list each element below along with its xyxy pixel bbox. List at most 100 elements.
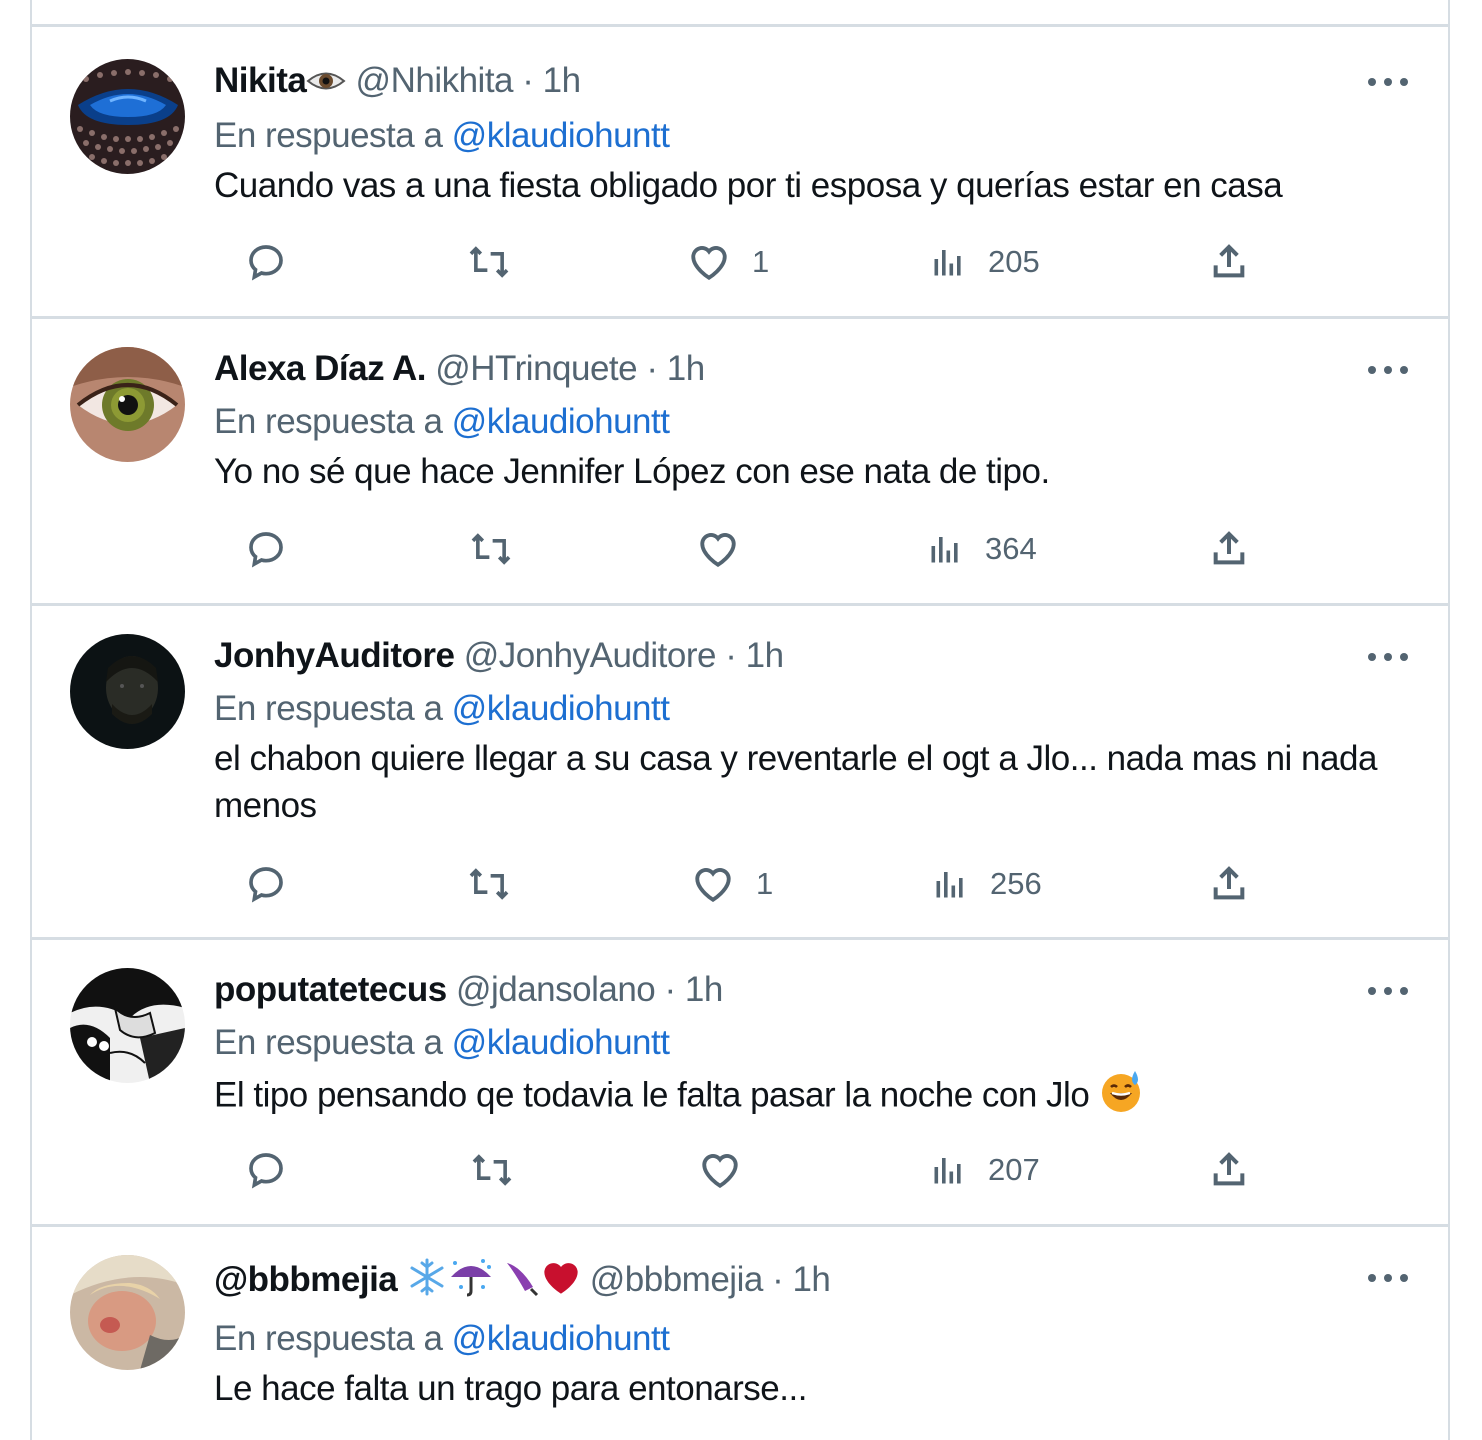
display-name[interactable]: @bbbmejia [214, 1260, 398, 1299]
display-name[interactable]: JonhyAuditore [214, 636, 455, 675]
like-button[interactable]: 1 [692, 862, 773, 906]
tweet-actions: 1 256 [214, 862, 1254, 906]
retweet-button[interactable] [469, 1148, 515, 1192]
reply-icon [246, 529, 286, 569]
reply-to-link[interactable]: @klaudiohuntt [452, 1319, 670, 1358]
more-options-button[interactable] [1368, 77, 1408, 87]
heart-icon [697, 529, 739, 569]
reply-context: En respuesta a @klaudiohuntt [214, 116, 1428, 156]
analytics-icon [930, 244, 966, 280]
tweet[interactable]: JonhyAuditore @JonhyAuditore · 1h En res… [32, 606, 1448, 940]
reply-context: En respuesta a @klaudiohuntt [214, 402, 1428, 442]
reply-prefix: En respuesta a [214, 402, 443, 441]
display-name[interactable]: Nikita [214, 61, 307, 100]
like-button[interactable]: 1 [688, 240, 769, 284]
retweet-icon [469, 1150, 515, 1190]
dot-separator: · [772, 1259, 784, 1299]
views-button[interactable]: 256 [932, 862, 1042, 906]
view-count: 207 [988, 1152, 1040, 1187]
dot-separator: · [522, 61, 534, 100]
reply-button[interactable] [246, 527, 286, 571]
retweet-button[interactable] [468, 527, 514, 571]
tweet-text: Cuando vas a una fiesta obligado por ti … [214, 165, 1283, 205]
user-handle[interactable]: @bbbmejia [590, 1260, 764, 1299]
tweet[interactable]: poputatetecus @jdansolano · 1h En respue… [32, 940, 1448, 1227]
view-count: 256 [990, 866, 1042, 901]
red-heart-icon [541, 1257, 581, 1306]
views-button[interactable]: 364 [927, 527, 1037, 571]
user-handle[interactable]: @HTrinquete [435, 349, 637, 388]
reply-prefix: En respuesta a [214, 689, 443, 728]
grinning-sweat-emoji [1099, 1069, 1143, 1125]
umbrella-rain-icon [447, 1257, 495, 1306]
more-options-button[interactable] [1368, 652, 1408, 662]
analytics-icon [932, 866, 968, 902]
display-name[interactable]: poputatetecus [214, 970, 447, 1009]
like-count: 1 [752, 244, 770, 279]
reply-to-link[interactable]: @klaudiohuntt [452, 1023, 670, 1062]
retweet-icon [466, 864, 512, 904]
retweet-icon [468, 529, 514, 569]
heart-icon [688, 242, 730, 282]
reply-prefix: En respuesta a [214, 115, 443, 155]
tweet[interactable]: @bbbmejia @bbbmejia · 1h En respuesta a … [32, 1227, 1448, 1440]
share-icon [1209, 1150, 1249, 1190]
share-button[interactable] [1209, 862, 1249, 906]
snowflake-icon [407, 1257, 447, 1306]
like-count: 1 [756, 866, 774, 901]
more-options-button[interactable] [1368, 986, 1408, 996]
retweet-button[interactable] [466, 862, 512, 906]
reply-button[interactable] [246, 1148, 286, 1192]
tweet-actions: 1 205 [214, 240, 1254, 284]
timestamp[interactable]: 1h [746, 636, 784, 675]
user-handle[interactable]: @JonhyAuditore [464, 636, 717, 675]
more-options-button[interactable] [1368, 365, 1408, 375]
avatar[interactable] [70, 1255, 185, 1370]
tweet-text-container: El tipo pensando qe todavia le falta pas… [214, 1069, 1428, 1125]
avatar[interactable] [70, 347, 185, 462]
timestamp[interactable]: 1h [667, 349, 705, 388]
tweet-header: Alexa Díaz A. @HTrinquete · 1h [214, 349, 1428, 389]
user-handle[interactable]: @Nhikhita [356, 61, 514, 100]
share-button[interactable] [1209, 240, 1249, 284]
tweet-text: Yo no sé que hace Jennifer López con ese… [214, 452, 1050, 491]
tweet-header: Nikita @Nhikhita · 1h [214, 61, 1428, 103]
share-button[interactable] [1209, 527, 1249, 571]
user-handle[interactable]: @jdansolano [456, 970, 656, 1009]
share-icon [1209, 864, 1249, 904]
reply-context: En respuesta a @klaudiohuntt [214, 689, 1428, 729]
share-button[interactable] [1209, 1148, 1249, 1192]
display-name[interactable]: Alexa Díaz A. [214, 349, 427, 388]
avatar[interactable] [70, 968, 185, 1083]
views-button[interactable]: 207 [930, 1148, 1040, 1192]
share-icon [1209, 529, 1249, 569]
tweet[interactable]: Nikita @Nhikhita · 1h En respuesta a @kl… [32, 27, 1448, 319]
tweet-header: @bbbmejia @bbbmejia · 1h [214, 1257, 1428, 1306]
reply-button[interactable] [246, 862, 286, 906]
timestamp[interactable]: 1h [792, 1260, 830, 1299]
views-button[interactable]: 205 [930, 240, 1040, 284]
reply-to-link[interactable]: @klaudiohuntt [452, 402, 670, 441]
timestamp[interactable]: 1h [685, 970, 723, 1009]
timestamp[interactable]: 1h [543, 61, 581, 100]
tweet-text: El tipo pensando qe todavia le falta pas… [214, 1075, 1090, 1115]
reply-to-link[interactable]: @klaudiohuntt [452, 689, 670, 728]
more-options-button[interactable] [1368, 1273, 1408, 1283]
reply-button[interactable] [246, 240, 286, 284]
heart-icon [699, 1150, 741, 1190]
dot-separator: · [646, 349, 658, 388]
reply-to-link[interactable]: @klaudiohuntt [452, 116, 670, 155]
tweet-header: JonhyAuditore @JonhyAuditore · 1h [214, 636, 1428, 676]
like-button[interactable] [697, 527, 739, 571]
reply-icon [246, 242, 286, 282]
like-button[interactable] [699, 1148, 741, 1192]
retweet-icon [466, 242, 512, 282]
reply-context: En respuesta a @klaudiohuntt [214, 1023, 1428, 1063]
retweet-button[interactable] [466, 240, 512, 284]
avatar[interactable] [70, 59, 185, 174]
avatar[interactable] [70, 634, 185, 749]
tweet-header: poputatetecus @jdansolano · 1h [214, 970, 1428, 1010]
analytics-icon [930, 1152, 966, 1188]
reply-context: En respuesta a @klaudiohuntt [214, 1319, 1428, 1359]
tweet[interactable]: Alexa Díaz A. @HTrinquete · 1h En respue… [32, 319, 1448, 606]
